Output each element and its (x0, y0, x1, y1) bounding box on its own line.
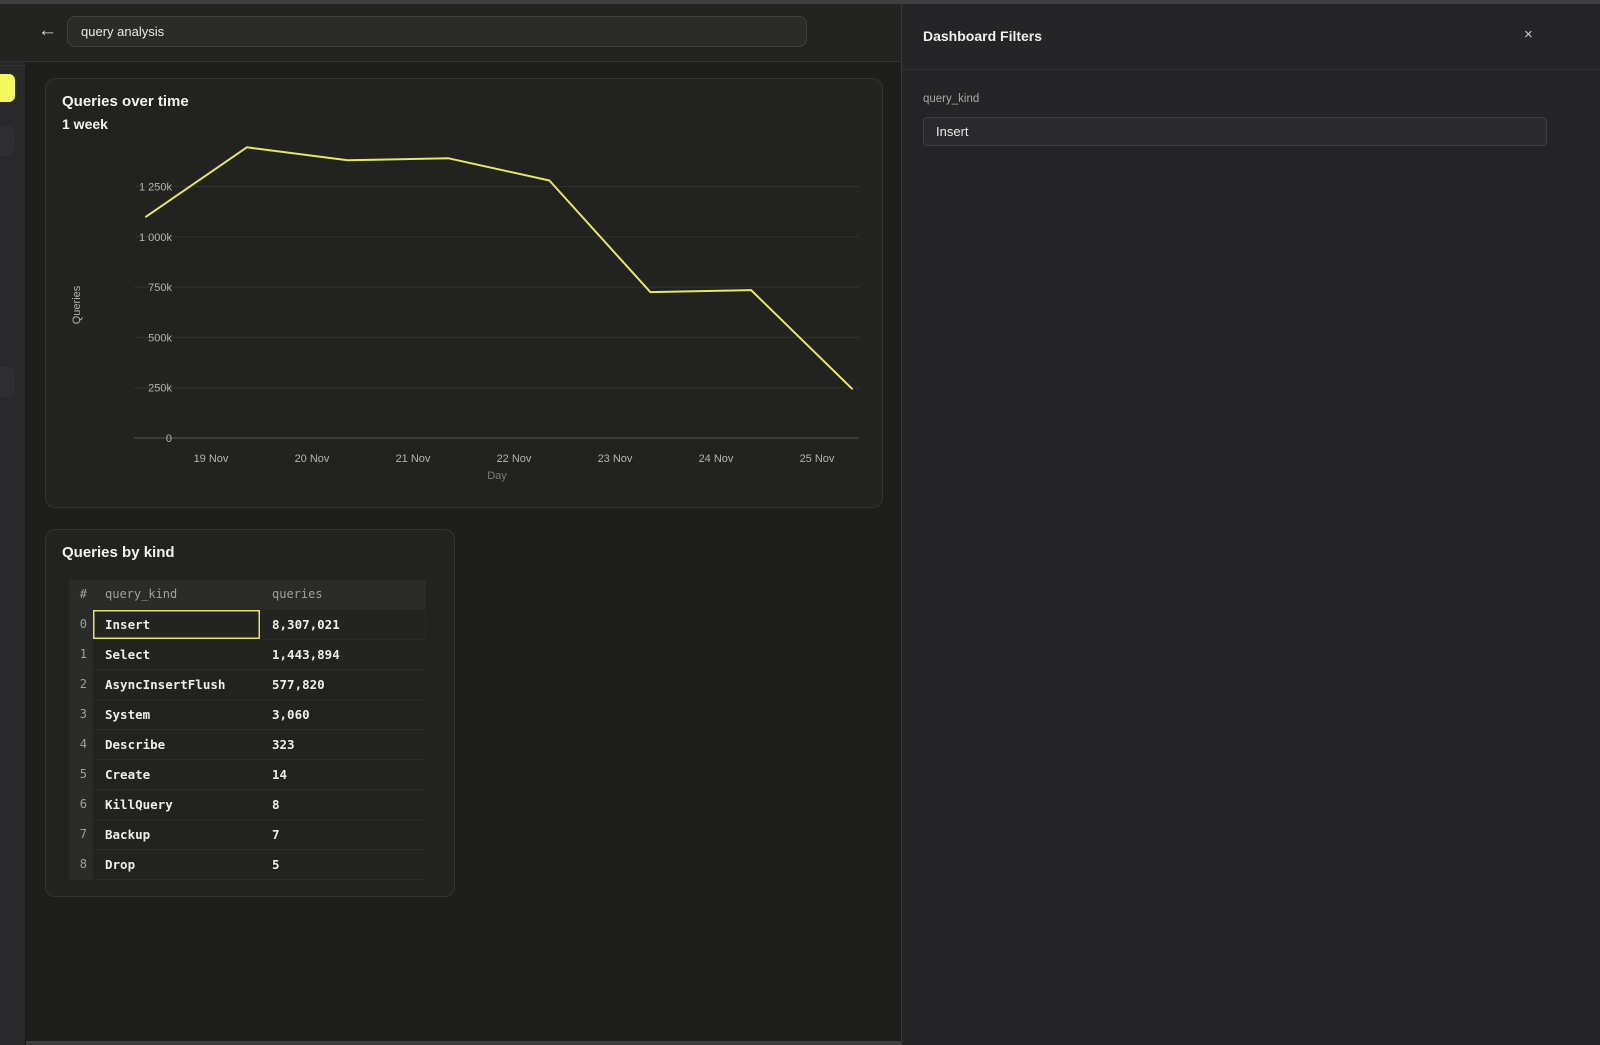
dashboard-filters-panel: Dashboard Filters × query_kind (901, 4, 1600, 1045)
row-index-cell: 0 (69, 609, 93, 639)
row-index-cell: 3 (69, 699, 93, 729)
queries-value-cell[interactable]: 323 (260, 729, 426, 759)
panel-divider (902, 69, 1600, 70)
query-kind-filter-input[interactable] (923, 117, 1547, 146)
sidebar-item[interactable] (0, 126, 15, 156)
horizontal-scrollbar[interactable] (26, 1041, 901, 1045)
x-axis-title: Day (487, 470, 507, 482)
column-header-index: # (69, 580, 93, 609)
queries-over-time-card: Queries over time 1 week 0250k500k750k1 … (45, 78, 883, 508)
y-tick-label: 1 000k (139, 232, 173, 244)
query-kind-cell[interactable]: Describe (93, 729, 260, 759)
row-index-cell: 7 (69, 819, 93, 849)
row-index-cell: 6 (69, 789, 93, 819)
query-kind-cell[interactable]: Backup (93, 819, 260, 849)
left-sidebar-rail (0, 4, 26, 1045)
queries-value-cell[interactable]: 8 (260, 789, 426, 819)
queries-value-cell[interactable]: 3,060 (260, 699, 426, 729)
row-index-cell: 4 (69, 729, 93, 759)
x-tick-label: 24 Nov (699, 453, 734, 465)
table-header-row: #query_kindqueries (69, 580, 426, 609)
x-tick-label: 21 Nov (396, 453, 431, 465)
table-row: 0Insert8,307,021 (69, 609, 426, 639)
row-index-cell: 8 (69, 849, 93, 879)
table-row: 2AsyncInsertFlush577,820 (69, 669, 426, 699)
column-header-queries: queries (260, 580, 426, 609)
table-row: 3System3,060 (69, 699, 426, 729)
row-index-cell: 2 (69, 669, 93, 699)
row-index-cell: 5 (69, 759, 93, 789)
close-icon[interactable]: × (1524, 26, 1533, 43)
sidebar-item[interactable] (0, 367, 15, 397)
queries-line-series (146, 147, 852, 388)
queries-value-cell[interactable]: 7 (260, 819, 426, 849)
x-tick-label: 20 Nov (295, 453, 330, 465)
sidebar-item-active-indicator[interactable] (0, 74, 15, 102)
table-row: 4Describe323 (69, 729, 426, 759)
queries-table-body: 0Insert8,307,0211Select1,443,8942AsyncIn… (69, 609, 426, 879)
row-index-cell: 1 (69, 639, 93, 669)
column-header-query_kind: query_kind (93, 580, 260, 609)
x-tick-label: 23 Nov (598, 453, 633, 465)
query-kind-cell-selected[interactable]: Insert (93, 609, 260, 639)
table-row: 6KillQuery8 (69, 789, 426, 819)
query-kind-cell[interactable]: Select (93, 639, 260, 669)
table-row: 5Create14 (69, 759, 426, 789)
queries-value-cell[interactable]: 8,307,021 (260, 609, 426, 639)
x-tick-label: 25 Nov (800, 453, 835, 465)
x-tick-label: 19 Nov (194, 453, 229, 465)
queries-by-kind-card: Queries by kind #query_kindqueries 0Inse… (45, 529, 455, 897)
x-tick-label: 22 Nov (497, 453, 532, 465)
filters-panel-title: Dashboard Filters (923, 28, 1042, 44)
query-kind-cell[interactable]: AsyncInsertFlush (93, 669, 260, 699)
y-tick-label: 1 250k (139, 182, 173, 194)
y-tick-label: 500k (148, 332, 172, 344)
dashboard-title-input[interactable] (67, 16, 807, 47)
table-title: Queries by kind (62, 544, 175, 561)
y-axis-title: Queries (71, 285, 83, 324)
y-tick-label: 0 (166, 433, 172, 445)
queries-by-kind-table: #query_kindqueries 0Insert8,307,0211Sele… (69, 580, 426, 880)
query-kind-filter-label: query_kind (923, 93, 979, 105)
y-tick-label: 250k (148, 383, 172, 395)
table-row: 1Select1,443,894 (69, 639, 426, 669)
queries-over-time-chart: 0 250k 500k 750k 1 000k 1 250k 19 Nov 20 Nov 21 … (46, 79, 884, 509)
query-kind-cell[interactable]: KillQuery (93, 789, 260, 819)
rail-divider (0, 65, 26, 66)
back-arrow-icon[interactable]: ← (38, 21, 57, 40)
y-tick-label: 750k (148, 282, 172, 294)
queries-value-cell[interactable]: 577,820 (260, 669, 426, 699)
query-kind-cell[interactable]: Drop (93, 849, 260, 879)
queries-value-cell[interactable]: 14 (260, 759, 426, 789)
table-row: 7Backup7 (69, 819, 426, 849)
query-kind-cell[interactable]: Create (93, 759, 260, 789)
query-kind-cell[interactable]: System (93, 699, 260, 729)
queries-value-cell[interactable]: 1,443,894 (260, 639, 426, 669)
table-row: 8Drop5 (69, 849, 426, 879)
app-window: ← 2 + New visualization Global filters Q… (0, 0, 1600, 1045)
queries-value-cell[interactable]: 5 (260, 849, 426, 879)
